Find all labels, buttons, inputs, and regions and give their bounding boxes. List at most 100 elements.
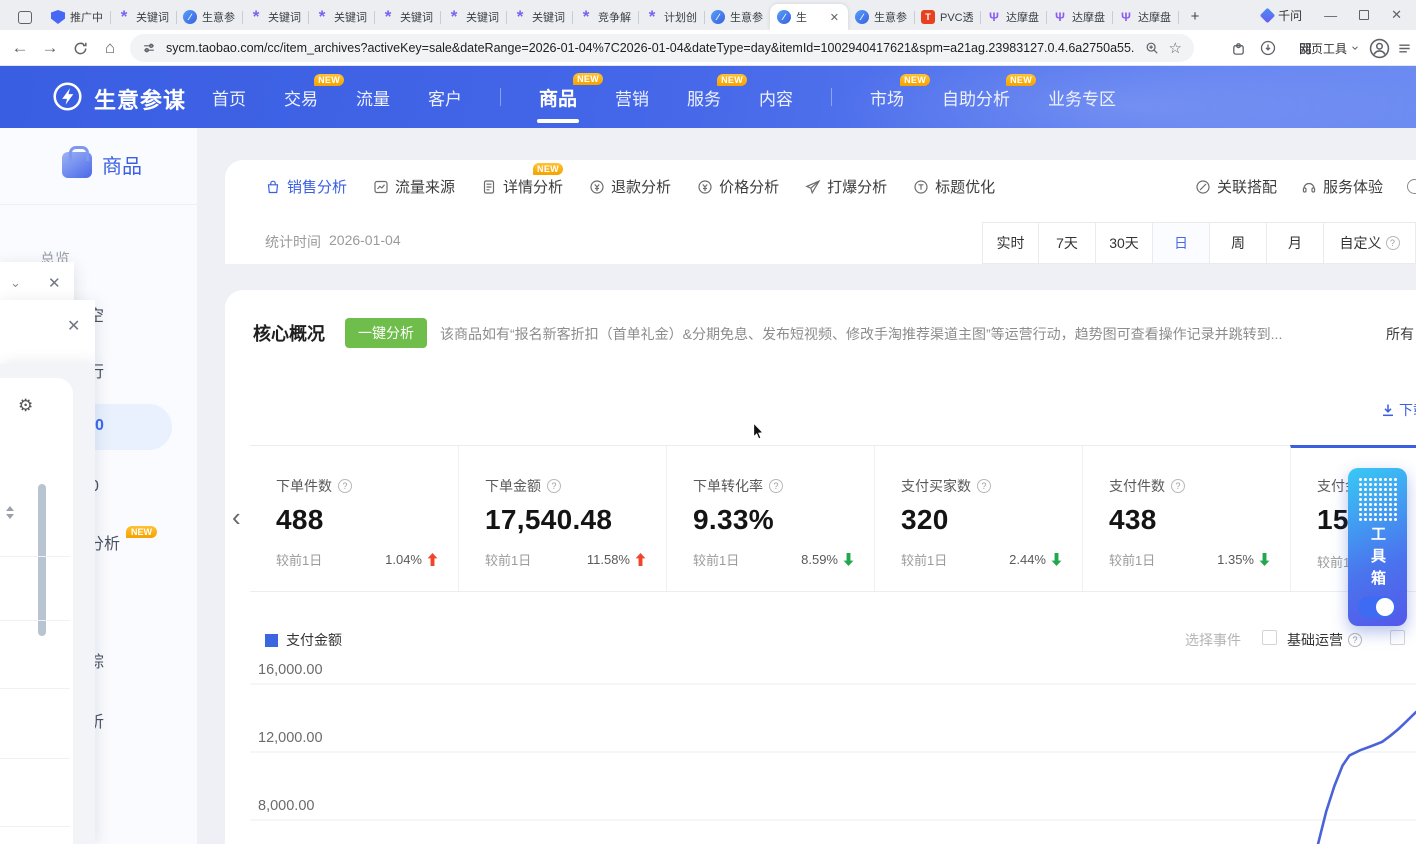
- window-close-button[interactable]: ✕: [1391, 7, 1402, 23]
- browser-tab[interactable]: ∕生意参: [848, 4, 914, 30]
- help-icon[interactable]: ?: [547, 479, 561, 493]
- one-click-analyze-button[interactable]: 一键分析: [345, 318, 427, 348]
- metric-card-支付买家数[interactable]: 支付买家数?320较前1日2.44%: [874, 445, 1082, 591]
- back-icon[interactable]: ←: [8, 30, 32, 66]
- date-range-实时[interactable]: 实时: [982, 222, 1039, 264]
- extensions-puzzle-icon[interactable]: [1231, 30, 1246, 66]
- tab-标题优化[interactable]: 标题优化: [913, 176, 995, 197]
- close-icon[interactable]: ✕: [67, 316, 80, 336]
- brand-title[interactable]: 生意参谋: [94, 83, 186, 115]
- event-checkbox-2[interactable]: [1390, 630, 1405, 645]
- browser-tab[interactable]: *关键词: [506, 4, 572, 30]
- browser-tab[interactable]: [6, 4, 44, 30]
- browser-tab[interactable]: Ψ达摩盘: [1046, 4, 1112, 30]
- date-range-日[interactable]: 日: [1153, 222, 1210, 264]
- tab-title: 计划创: [664, 9, 697, 25]
- window-maximize-button[interactable]: [1359, 10, 1369, 20]
- help-icon[interactable]: ?: [769, 479, 783, 493]
- nav-item-营销[interactable]: 营销: [615, 85, 649, 110]
- url-bar[interactable]: sycm.taobao.com/cc/item_archives?activeK…: [130, 34, 1194, 62]
- link-关联搭配[interactable]: 关联搭配: [1195, 176, 1277, 197]
- web-tools-menu[interactable]: 网页工具: [1299, 30, 1360, 66]
- help-icon[interactable]: ?: [977, 479, 991, 493]
- qianwen-assistant-button[interactable]: 千问: [1262, 7, 1302, 24]
- nav-item-流量[interactable]: 流量: [356, 85, 390, 110]
- browser-tab[interactable]: ∕生✕: [770, 4, 848, 30]
- browser-tab[interactable]: *竞争解: [572, 4, 638, 30]
- nav-item-交易[interactable]: 交易NEW: [284, 85, 318, 110]
- nav-item-客户[interactable]: 客户: [428, 85, 462, 110]
- toolbox-toggle[interactable]: [1358, 596, 1396, 618]
- refresh-icon[interactable]: [68, 30, 92, 66]
- browser-tab[interactable]: *关键词: [110, 4, 176, 30]
- all-link[interactable]: 所有: [1386, 324, 1414, 344]
- site-settings-icon[interactable]: [142, 41, 156, 55]
- close-icon[interactable]: ✕: [48, 274, 61, 292]
- cards-prev-chevron[interactable]: ‹: [232, 504, 241, 530]
- stat-time-date: 2026-01-04: [329, 232, 401, 252]
- nav-item-业务专区[interactable]: 业务专区: [1048, 85, 1116, 110]
- sidebar-item-active-partial[interactable]: 0: [95, 417, 104, 435]
- forward-icon[interactable]: →: [38, 30, 62, 66]
- sort-icon[interactable]: [6, 506, 14, 519]
- scrollbar-thumb[interactable]: [38, 484, 46, 636]
- help-icon[interactable]: ?: [1171, 479, 1185, 493]
- metric-card-下单金额[interactable]: 下单金额?17,540.48较前1日11.58%: [458, 445, 666, 591]
- chevron-down-icon[interactable]: ⌄: [10, 275, 21, 291]
- toolbox-widget[interactable]: 工具箱: [1348, 468, 1407, 626]
- tab-close-icon[interactable]: ✕: [828, 11, 841, 24]
- tab-详情分析[interactable]: 详情分析NEW: [481, 176, 563, 197]
- payment-trend-chart[interactable]: [250, 660, 1416, 844]
- new-tab-button[interactable]: +: [1184, 5, 1206, 27]
- metric-card-下单转化率[interactable]: 下单转化率?9.33%较前1日8.59%: [666, 445, 874, 591]
- nav-item-自助分析[interactable]: 自助分析NEW: [942, 85, 1010, 110]
- gear-icon[interactable]: ⚙: [18, 396, 33, 416]
- date-range-周[interactable]: 周: [1210, 222, 1267, 264]
- home-icon[interactable]: ⌂: [98, 30, 122, 66]
- profile-avatar-icon[interactable]: [1369, 30, 1390, 66]
- tab-销售分析[interactable]: 销售分析: [265, 176, 347, 197]
- browser-tab[interactable]: ∕生意参: [176, 4, 242, 30]
- browser-menu-icon[interactable]: [1397, 30, 1412, 66]
- nav-item-首页[interactable]: 首页: [212, 85, 246, 110]
- event-option-label[interactable]: 基础运营: [1287, 630, 1343, 650]
- date-range-月[interactable]: 月: [1267, 222, 1324, 264]
- url-text[interactable]: sycm.taobao.com/cc/item_archives?activeK…: [166, 41, 1135, 55]
- browser-tab[interactable]: TPVC透: [914, 4, 980, 30]
- browser-tab[interactable]: *关键词: [308, 4, 374, 30]
- tab-价格分析[interactable]: 价格分析: [697, 176, 779, 197]
- help-icon[interactable]: ?: [338, 479, 352, 493]
- nav-item-内容[interactable]: 内容: [759, 85, 793, 110]
- asterisk-favicon: *: [447, 10, 461, 24]
- event-checkbox[interactable]: [1262, 630, 1277, 645]
- nav-item-商品[interactable]: 商品NEW: [539, 84, 577, 111]
- zoom-page-icon[interactable]: [1145, 41, 1159, 55]
- browser-tab[interactable]: *计划创: [638, 4, 704, 30]
- tab-打爆分析[interactable]: 打爆分析: [805, 176, 887, 197]
- download-tray-icon[interactable]: [1260, 30, 1276, 66]
- link-服务体验[interactable]: 服务体验: [1301, 176, 1383, 197]
- help-icon[interactable]: ?: [1348, 633, 1362, 647]
- download-link[interactable]: 下载: [1381, 400, 1416, 420]
- date-range-7天[interactable]: 7天: [1039, 222, 1096, 264]
- tab-退款分析[interactable]: 退款分析: [589, 176, 671, 197]
- browser-tab[interactable]: ∕生意参: [704, 4, 770, 30]
- tab-流量来源[interactable]: 流量来源: [373, 176, 455, 197]
- compare-label: 较前1日: [1109, 550, 1155, 569]
- date-range-30天[interactable]: 30天: [1096, 222, 1153, 264]
- browser-tab[interactable]: *关键词: [242, 4, 308, 30]
- sycm-top-nav: 生意参谋 首页 交易NEW 流量 客户 商品NEW 营销 服务NEW 内容 市场NEW 自助分析N…: [0, 66, 1416, 128]
- browser-tab[interactable]: 推广中: [44, 4, 110, 30]
- browser-tab[interactable]: *关键词: [374, 4, 440, 30]
- metric-card-支付件数[interactable]: 支付件数?438较前1日1.35%: [1082, 445, 1290, 591]
- browser-tab[interactable]: Ψ达摩盘: [980, 4, 1046, 30]
- metric-card-下单件数[interactable]: 下单件数?488较前1日1.04%: [250, 445, 458, 591]
- browser-tab[interactable]: *关键词: [440, 4, 506, 30]
- metric-label: 下单转化率: [693, 476, 763, 496]
- nav-item-市场[interactable]: 市场NEW: [870, 85, 904, 110]
- bookmark-star-icon[interactable]: ☆: [1169, 39, 1182, 57]
- browser-tab[interactable]: Ψ达摩盘: [1112, 4, 1178, 30]
- window-minimize-button[interactable]: —: [1324, 8, 1337, 23]
- nav-item-服务[interactable]: 服务NEW: [687, 85, 721, 110]
- date-range-自定义[interactable]: 自定义?: [1324, 222, 1416, 264]
